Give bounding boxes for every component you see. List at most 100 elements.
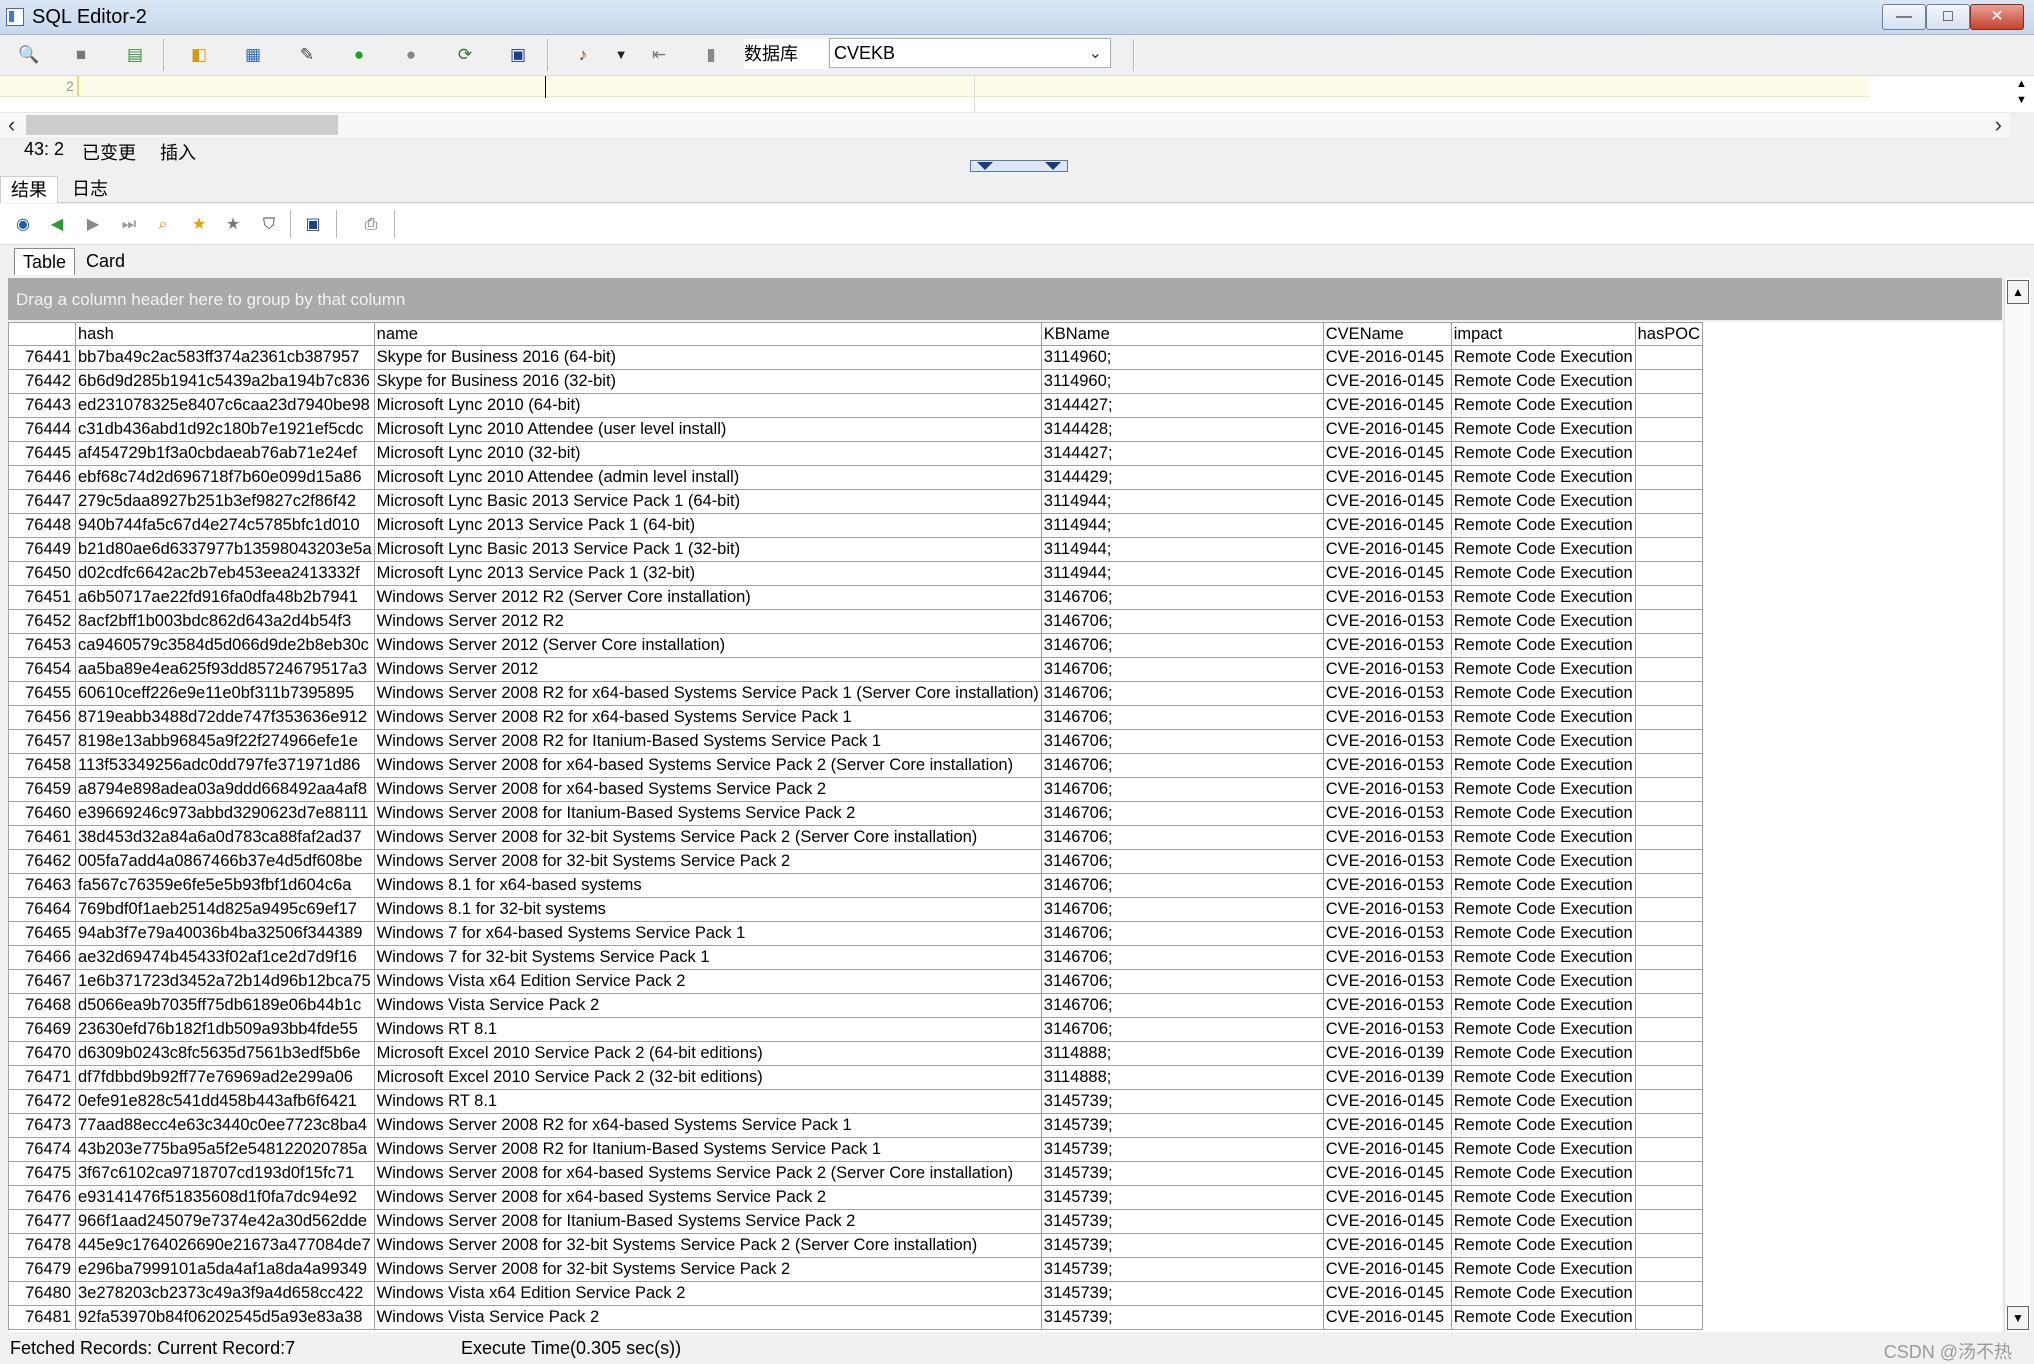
- table-cell[interactable]: Windows Server 2008 R2 for Itanium-Based…: [373, 729, 1042, 754]
- table-cell[interactable]: 3146706;: [1040, 849, 1324, 874]
- table-cell[interactable]: 3146706;: [1040, 921, 1324, 946]
- row-number-cell[interactable]: 76462: [8, 849, 76, 874]
- row-number-cell[interactable]: 76453: [8, 633, 76, 658]
- table-cell[interactable]: Windows Server 2008 for 32-bit Systems S…: [373, 1233, 1042, 1258]
- table-cell[interactable]: 8acf2bff1b003bdc862d643a2d4b54f3: [75, 609, 375, 634]
- table-cell[interactable]: [1634, 657, 1703, 682]
- table-cell[interactable]: [1634, 753, 1703, 778]
- row-number-cell[interactable]: 76479: [8, 1257, 76, 1282]
- tab-card[interactable]: Card: [78, 248, 133, 274]
- table-cell[interactable]: d5066ea9b7035ff75db6189e06b44b1c: [75, 993, 375, 1018]
- table-cell[interactable]: [1634, 513, 1703, 538]
- table-cell[interactable]: 3146706;: [1040, 945, 1324, 970]
- table-cell[interactable]: Windows Server 2008 R2 for x64-based Sys…: [373, 681, 1042, 706]
- table-cell[interactable]: ebf68c74d2d696718f7b60e099d15a86: [75, 465, 375, 490]
- table-cell[interactable]: [1634, 537, 1703, 562]
- row-number-cell[interactable]: 76474: [8, 1137, 76, 1162]
- table-cell[interactable]: [1634, 921, 1703, 946]
- table-cell[interactable]: CVE-2016-0153: [1322, 777, 1452, 802]
- commit-icon[interactable]: ♪: [572, 44, 594, 66]
- table-row[interactable]: 76450 d02cdfc6642ac2b7eb453eea2413332f Mic…: [8, 561, 1703, 586]
- table-cell[interactable]: 3146706;: [1040, 729, 1324, 754]
- table-cell[interactable]: 3146706;: [1040, 969, 1324, 994]
- table-cell[interactable]: CVE-2016-0153: [1322, 873, 1452, 898]
- table-cell[interactable]: a6b50717ae22fd916fa0dfa48b2b7941: [75, 585, 375, 610]
- stop-icon[interactable]: ●: [400, 44, 422, 66]
- table-row[interactable]: 76472 0efe91e828c541dd458b443afb6f6421 Win…: [8, 1089, 1703, 1114]
- table-cell[interactable]: Remote Code Execution: [1450, 1281, 1636, 1306]
- table-cell[interactable]: [1634, 1305, 1703, 1330]
- column-header[interactable]: KBName: [1040, 322, 1324, 346]
- row-number-cell[interactable]: 76448: [8, 513, 76, 538]
- table-row[interactable]: 76462 005fa7add4a0867466b37e4d5df608be Win…: [8, 849, 1703, 874]
- table-cell[interactable]: e296ba7999101a5da4af1a8da4a99349: [75, 1257, 375, 1282]
- table-cell[interactable]: Remote Code Execution: [1450, 1065, 1636, 1090]
- table-cell[interactable]: Remote Code Execution: [1450, 969, 1636, 994]
- table-icon[interactable]: ▦: [242, 44, 264, 66]
- table-cell[interactable]: Remote Code Execution: [1450, 489, 1636, 514]
- table-row[interactable]: 76455 60610ceff226e9e11e0bf311b7395895 Win…: [8, 681, 1703, 706]
- tab-table[interactable]: Table: [14, 248, 76, 275]
- table-cell[interactable]: 3114944;: [1040, 489, 1324, 514]
- table-cell[interactable]: af454729b1f3a0cbdaeab76ab71e24ef: [75, 441, 375, 466]
- row-number-cell[interactable]: 76463: [8, 873, 76, 898]
- table-cell[interactable]: [1634, 873, 1703, 898]
- table-row[interactable]: 76463 fa567c76359e6fe5e5b93fbf1d604c6a Win…: [8, 873, 1703, 898]
- table-cell[interactable]: CVE-2016-0145: [1322, 393, 1452, 418]
- row-number-cell[interactable]: 76480: [8, 1281, 76, 1306]
- format-icon[interactable]: ▤: [124, 44, 146, 66]
- table-cell[interactable]: 3146706;: [1040, 993, 1324, 1018]
- row-number-cell[interactable]: 76481: [8, 1305, 76, 1330]
- table-cell[interactable]: CVE-2016-0145: [1322, 1137, 1452, 1162]
- table-row[interactable]: 76481 92fa53970b84f06202545d5a93e83a38 Win…: [8, 1305, 1703, 1330]
- table-cell[interactable]: Remote Code Execution: [1450, 753, 1636, 778]
- table-cell[interactable]: [1634, 1161, 1703, 1186]
- table-cell[interactable]: Remote Code Execution: [1450, 345, 1636, 370]
- table-cell[interactable]: Windows Vista Service Pack 2: [373, 993, 1042, 1018]
- table-cell[interactable]: Windows Server 2012: [373, 657, 1042, 682]
- row-number-cell[interactable]: 76475: [8, 1161, 76, 1186]
- table-cell[interactable]: 3146706;: [1040, 657, 1324, 682]
- table-cell[interactable]: e93141476f51835608d1f0fa7dc94e92: [75, 1185, 375, 1210]
- table-cell[interactable]: aa5ba89e4ea625f93dd85724679517a3: [75, 657, 375, 682]
- table-cell[interactable]: 445e9c1764026690e21673a477084de7: [75, 1233, 375, 1258]
- row-number-cell[interactable]: 76447: [8, 489, 76, 514]
- table-cell[interactable]: CVE-2016-0153: [1322, 921, 1452, 946]
- table-cell[interactable]: Windows Server 2012 R2: [373, 609, 1042, 634]
- table-cell[interactable]: 23630efd76b182f1db509a93bb4fde55: [75, 1017, 375, 1042]
- table-cell[interactable]: 005fa7add4a0867466b37e4d5df608be: [75, 849, 375, 874]
- scrollbar-thumb[interactable]: [26, 115, 338, 135]
- bookmark-icon[interactable]: ★: [188, 214, 210, 236]
- row-number-cell[interactable]: 76458: [8, 753, 76, 778]
- table-cell[interactable]: 43b203e775ba95a5f2e548122020785a: [75, 1137, 375, 1162]
- row-number-cell[interactable]: 76467: [8, 969, 76, 994]
- row-number-cell[interactable]: 76452: [8, 609, 76, 634]
- table-cell[interactable]: Windows Vista x64 Edition Service Pack 2: [373, 969, 1042, 994]
- column-header[interactable]: name: [373, 322, 1042, 346]
- table-row[interactable]: 76449 b21d80ae6d6337977b13598043203e5a Mic…: [8, 537, 1703, 562]
- table-cell[interactable]: 966f1aad245079e7374e42a30d562dde: [75, 1209, 375, 1234]
- table-cell[interactable]: Windows 8.1 for 32-bit systems: [373, 897, 1042, 922]
- table-cell[interactable]: CVE-2016-0153: [1322, 633, 1452, 658]
- table-cell[interactable]: Remote Code Execution: [1450, 585, 1636, 610]
- table-row[interactable]: 76479 e296ba7999101a5da4af1a8da4a99349 Win…: [8, 1257, 1703, 1282]
- row-number-cell[interactable]: 76445: [8, 441, 76, 466]
- row-number-cell[interactable]: 76465: [8, 921, 76, 946]
- table-cell[interactable]: [1634, 777, 1703, 802]
- table-row[interactable]: 76480 3e278203cb2373c49a3f9a4d658cc422 Win…: [8, 1281, 1703, 1306]
- table-cell[interactable]: b21d80ae6d6337977b13598043203e5a: [75, 537, 375, 562]
- table-cell[interactable]: 3144428;: [1040, 417, 1324, 442]
- table-row[interactable]: 76457 8198e13abb96845a9f22f274966efe1e Win…: [8, 729, 1703, 754]
- table-cell[interactable]: Windows 7 for x64-based Systems Service …: [373, 921, 1042, 946]
- table-cell[interactable]: [1634, 609, 1703, 634]
- table-cell[interactable]: Remote Code Execution: [1450, 801, 1636, 826]
- row-number-cell[interactable]: 76477: [8, 1209, 76, 1234]
- table-cell[interactable]: Skype for Business 2016 (64-bit): [373, 345, 1042, 370]
- table-cell[interactable]: 3145739;: [1040, 1089, 1324, 1114]
- table-cell[interactable]: [1634, 561, 1703, 586]
- table-row[interactable]: 76456 8719eabb3488d72dde747f353636e912 Win…: [8, 705, 1703, 730]
- table-cell[interactable]: 3145739;: [1040, 1233, 1324, 1258]
- table-cell[interactable]: Microsoft Lync 2010 Attendee (user level…: [373, 417, 1042, 442]
- table-cell[interactable]: 3114944;: [1040, 537, 1324, 562]
- column-header[interactable]: impact: [1450, 322, 1636, 346]
